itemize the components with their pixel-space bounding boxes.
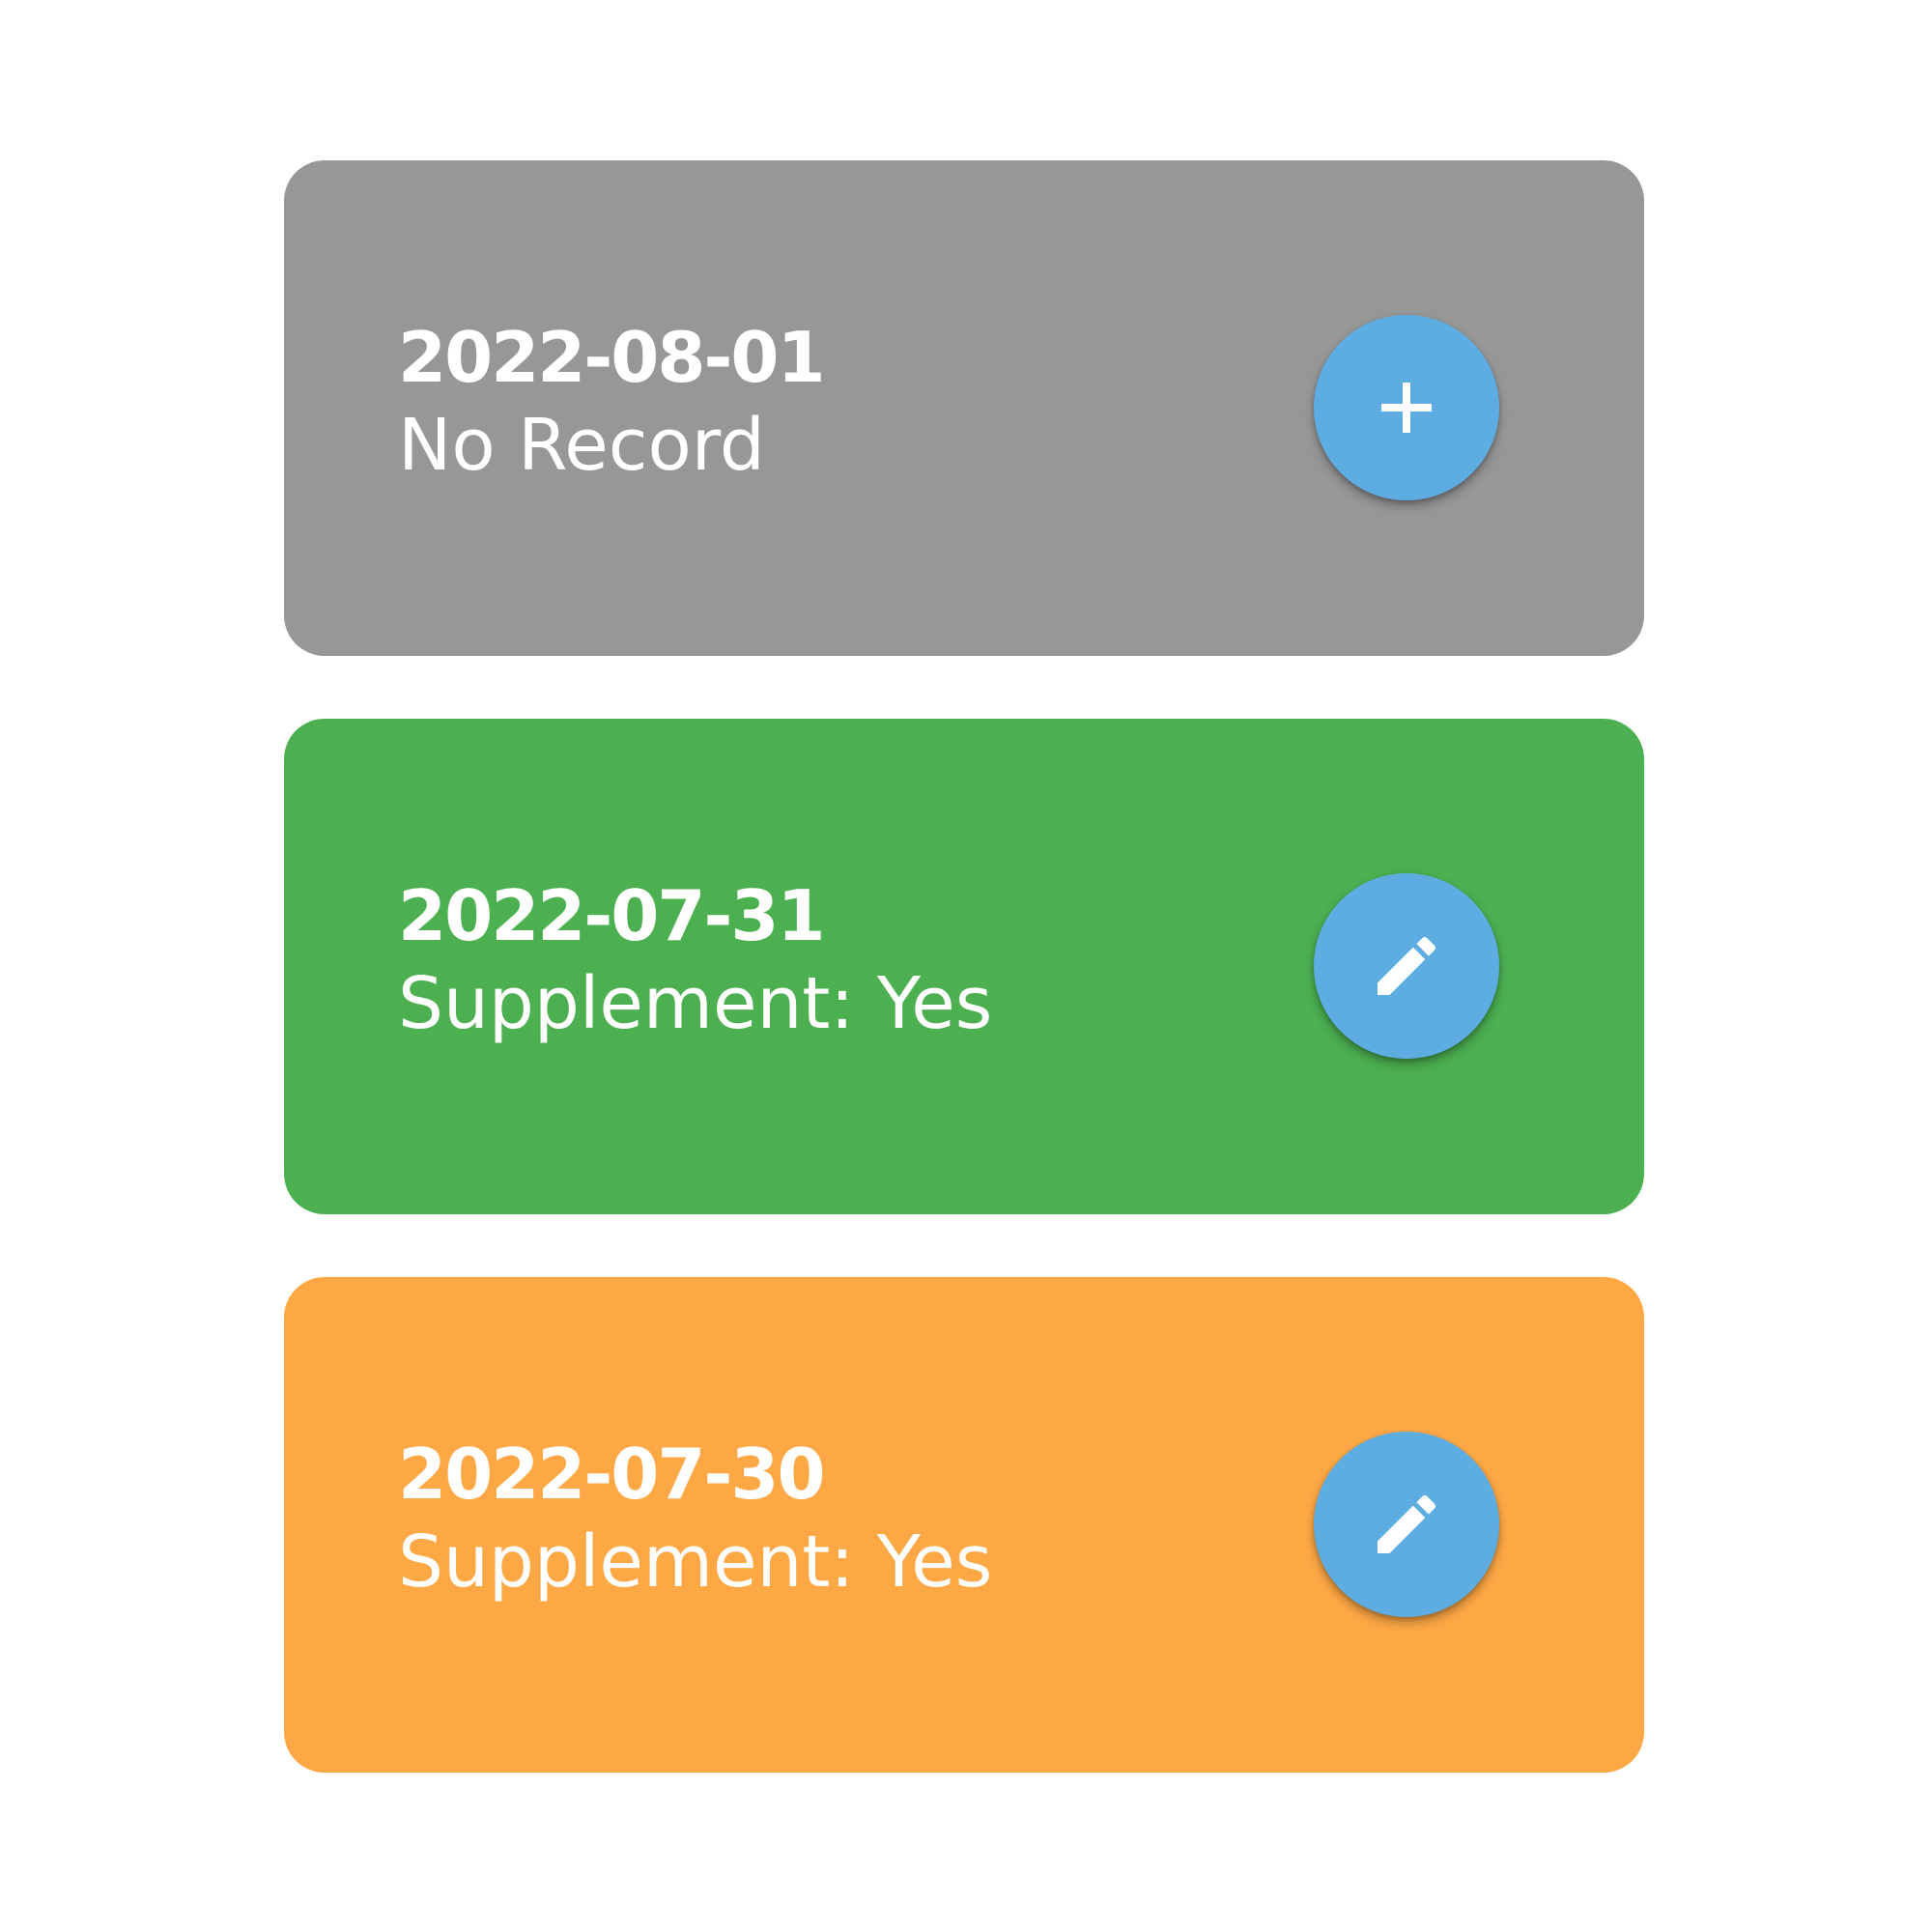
record-status: Supplement: Yes: [398, 962, 993, 1045]
records-list: 2022-08-01 No Record 2022-07-31 Suppleme…: [0, 0, 1932, 1932]
record-status: Supplement: Yes: [398, 1520, 993, 1604]
record-date: 2022-08-01: [398, 317, 826, 398]
record-date: 2022-07-31: [398, 875, 826, 956]
record-card[interactable]: 2022-07-30 Supplement: Yes: [284, 1277, 1644, 1773]
pencil-icon: [1378, 936, 1436, 995]
plus-icon: [1381, 383, 1432, 433]
edit-record-button[interactable]: [1314, 873, 1499, 1059]
record-card[interactable]: 2022-08-01 No Record: [284, 160, 1644, 656]
record-card[interactable]: 2022-07-31 Supplement: Yes: [284, 719, 1644, 1214]
record-date: 2022-07-30: [398, 1434, 826, 1515]
edit-record-button[interactable]: [1314, 1432, 1499, 1617]
add-record-button[interactable]: [1314, 315, 1499, 500]
pencil-icon: [1378, 1494, 1436, 1553]
record-status: No Record: [398, 404, 765, 487]
